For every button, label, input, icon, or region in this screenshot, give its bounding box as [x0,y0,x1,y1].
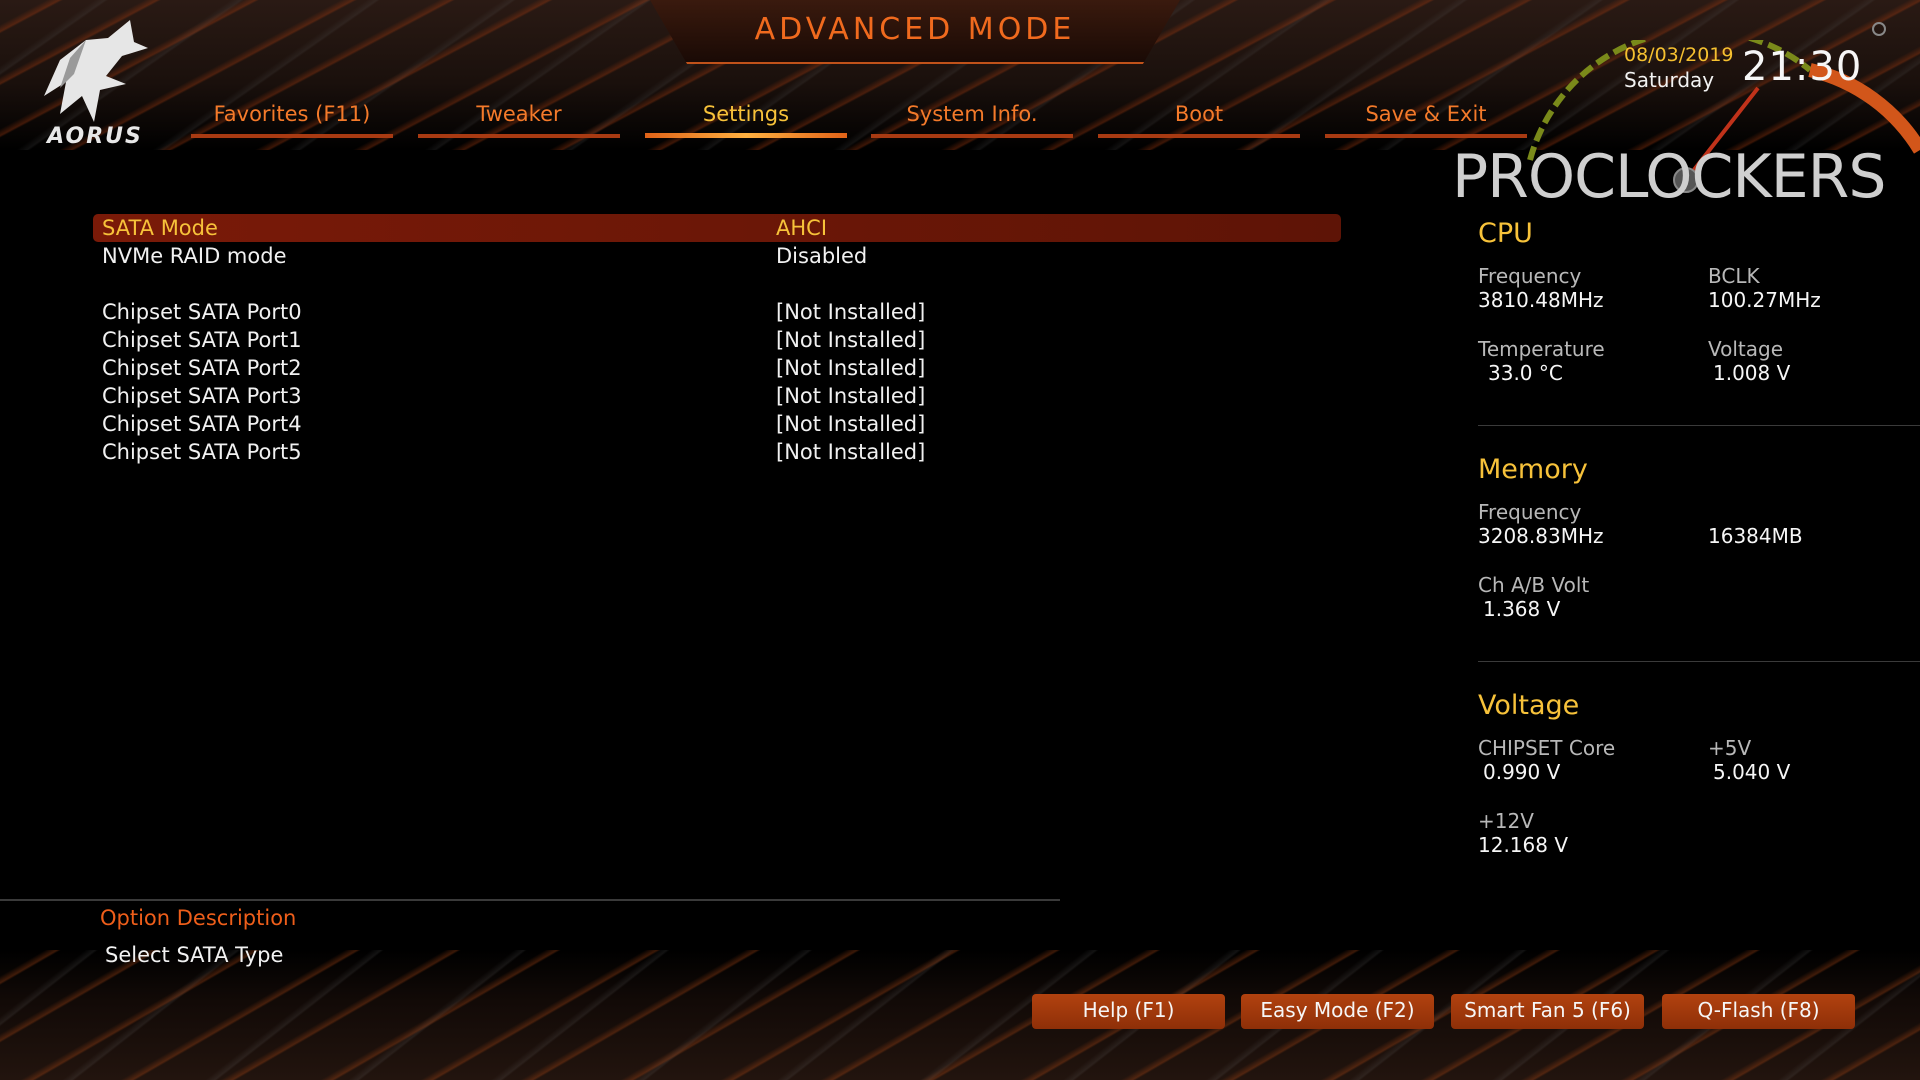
watermark-text: PROCLOCKERS [1452,142,1886,212]
plus5v-label: +5V [1708,736,1752,760]
section-divider [1478,425,1920,426]
cpu-temperature-value: 33.0 °C [1488,361,1563,385]
voltage-section-title: Voltage [1478,690,1580,721]
description-divider [0,899,1060,901]
setting-value: [Not Installed] [776,356,926,380]
setting-row-sata-port4[interactable]: Chipset SATA Port4 [Not Installed] [93,410,1341,438]
bclk-label: BCLK [1708,264,1760,288]
tab-label: Settings [702,102,790,126]
chab-volt-value: 1.368 V [1483,597,1561,621]
time-display: 21:30 [1742,44,1863,90]
easy-mode-button[interactable]: Easy Mode (F2) [1241,994,1434,1029]
tab-tweaker[interactable]: Tweaker [418,98,620,138]
tab-label: System Info. [906,102,1038,126]
tab-label: Boot [1174,102,1224,126]
tab-underline [1098,134,1300,138]
tab-boot[interactable]: Boot [1098,98,1300,138]
bios-screen: AORUS ADVANCED MODE Favorites (F11) Twea… [0,0,1920,1080]
setting-value: [Not Installed] [776,384,926,408]
setting-row-sata-mode[interactable]: SATA Mode AHCI [93,214,1341,242]
memory-frequency-label: Frequency [1478,500,1582,524]
option-description-title: Option Description [100,906,297,930]
setting-row-sata-port2[interactable]: Chipset SATA Port2 [Not Installed] [93,354,1341,382]
cpu-frequency-label: Frequency [1478,264,1582,288]
setting-label: Chipset SATA Port5 [102,440,302,464]
smart-fan-button[interactable]: Smart Fan 5 (F6) [1451,994,1644,1029]
tab-label: Save & Exit [1365,102,1487,126]
tab-underline [645,133,847,138]
setting-row-sata-port0[interactable]: Chipset SATA Port0 [Not Installed] [93,298,1341,326]
setting-label: Chipset SATA Port2 [102,356,302,380]
day-display: Saturday [1624,68,1715,92]
setting-value: [Not Installed] [776,328,926,352]
memory-size-value: 16384MB [1708,524,1803,548]
setting-value: [Not Installed] [776,300,926,324]
date-display: 08/03/2019 [1624,44,1734,66]
tab-favorites[interactable]: Favorites (F11) [191,98,393,138]
memory-frequency-value: 3208.83MHz [1478,524,1604,548]
bclk-value: 100.27MHz [1708,288,1821,312]
setting-label: Chipset SATA Port1 [102,328,302,352]
setting-label: NVMe RAID mode [102,244,287,268]
setting-value: Disabled [776,244,868,268]
setting-value: [Not Installed] [776,412,926,436]
setting-value: [Not Installed] [776,440,926,464]
brand-logo-text: AORUS [47,124,143,149]
settings-gear-icon[interactable] [1872,22,1886,36]
tab-settings[interactable]: Settings [645,98,847,138]
cpu-frequency-value: 3810.48MHz [1478,288,1604,312]
plus12v-value: 12.168 V [1478,833,1569,857]
setting-label: Chipset SATA Port0 [102,300,302,324]
setting-label: Chipset SATA Port3 [102,384,302,408]
plus12v-label: +12V [1478,809,1534,833]
qflash-button[interactable]: Q-Flash (F8) [1662,994,1855,1029]
chipset-core-value: 0.990 V [1483,760,1561,784]
cpu-temperature-label: Temperature [1478,337,1605,361]
chab-volt-label: Ch A/B Volt [1478,573,1590,597]
help-button[interactable]: Help (F1) [1032,994,1225,1029]
memory-section-title: Memory [1478,454,1588,485]
page-title: ADVANCED MODE [754,12,1076,47]
tab-save-exit[interactable]: Save & Exit [1325,98,1527,138]
cpu-voltage-value: 1.008 V [1713,361,1791,385]
tab-underline [871,134,1073,138]
setting-value: AHCI [776,216,828,240]
tab-underline [1325,134,1527,138]
setting-row-sata-port1[interactable]: Chipset SATA Port1 [Not Installed] [93,326,1341,354]
setting-row-sata-port3[interactable]: Chipset SATA Port3 [Not Installed] [93,382,1341,410]
cpu-voltage-label: Voltage [1708,337,1784,361]
plus5v-value: 5.040 V [1713,760,1791,784]
setting-label: Chipset SATA Port4 [102,412,302,436]
tab-label: Tweaker [476,102,562,126]
tab-underline [191,134,393,138]
option-description-text: Select SATA Type [105,943,284,967]
tab-underline [418,134,620,138]
section-divider [1478,661,1920,662]
tab-label: Favorites (F11) [213,102,371,126]
chipset-core-label: CHIPSET Core [1478,736,1616,760]
setting-row-sata-port5[interactable]: Chipset SATA Port5 [Not Installed] [93,438,1341,466]
tab-system-info[interactable]: System Info. [871,98,1073,138]
cpu-section-title: CPU [1478,218,1533,249]
setting-row-nvme-raid-mode[interactable]: NVMe RAID mode Disabled [93,242,1341,270]
setting-label: SATA Mode [102,216,218,240]
